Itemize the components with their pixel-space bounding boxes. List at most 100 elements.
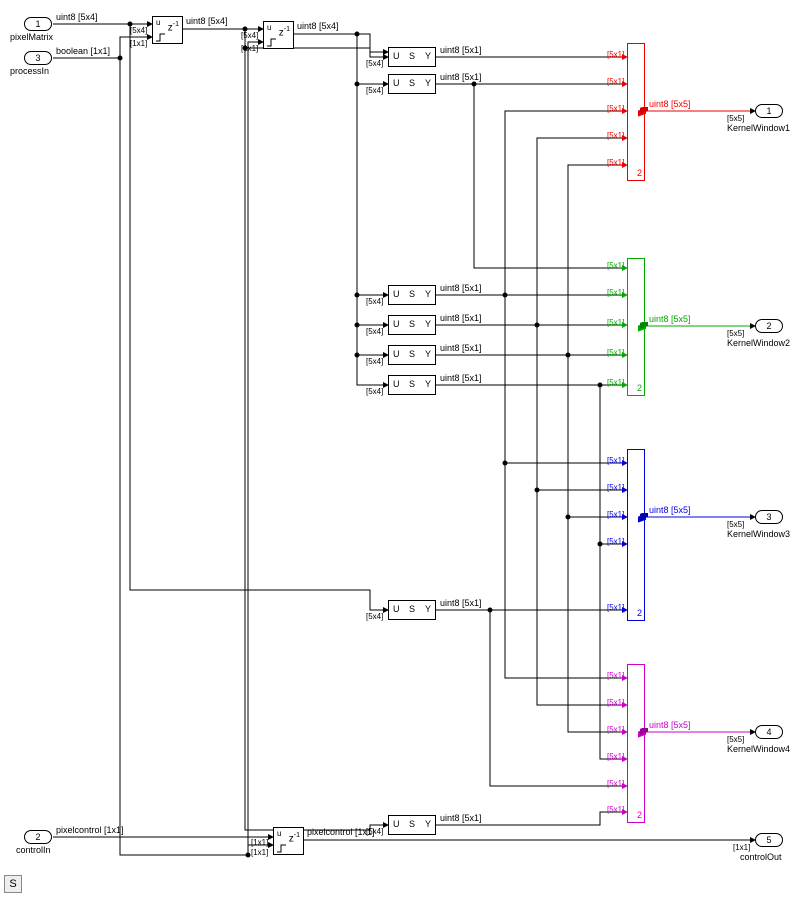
selector-5[interactable]: U S Y [388, 345, 436, 365]
cm-in5: [5x1] [607, 779, 624, 788]
controlin-type: pixelcontrol [1x1] [56, 825, 124, 835]
selector-1[interactable]: U S Y [388, 47, 436, 67]
sel-Y: Y [425, 289, 431, 299]
concat-param: 2 [637, 810, 642, 820]
sel-U: U [393, 819, 400, 829]
concat-green[interactable]: 2 [627, 258, 645, 396]
selector-7[interactable]: U S Y [388, 600, 436, 620]
inport-controlin-label: controlIn [16, 845, 51, 855]
cb-in1: [5x1] [607, 456, 624, 465]
kw1-dim: [5x5] [727, 114, 744, 123]
delay-u: u [267, 23, 271, 32]
cm-in4: [5x1] [607, 752, 624, 761]
inport-pixelmatrix[interactable]: 1 [24, 17, 52, 31]
d2-out-type: uint8 [5x4] [297, 21, 339, 31]
cg-in2: [5x1] [607, 288, 624, 297]
port-number: 1 [35, 19, 40, 29]
sel-U: U [393, 319, 400, 329]
sel-Y: Y [425, 78, 431, 88]
concat-green-out-type: uint8 [5x5] [649, 314, 691, 324]
concat-magenta-out-type: uint8 [5x5] [649, 720, 691, 730]
cr-in5: [5x1] [607, 158, 624, 167]
cm-in3: [5x1] [607, 725, 624, 734]
concat-red[interactable]: 2 [627, 43, 645, 181]
outport-kw4[interactable]: 4 [755, 725, 783, 739]
sel-Y: Y [425, 51, 431, 61]
cr-in2: [5x1] [607, 77, 624, 86]
selector-3[interactable]: U S Y [388, 285, 436, 305]
inport-processin-label: processIn [10, 66, 49, 76]
kw2-dim: [5x5] [727, 329, 744, 338]
selector-4[interactable]: U S Y [388, 315, 436, 335]
delay-block-3[interactable]: u z-1 [273, 827, 304, 855]
d3-out-type: pixelcontrol [1x1] [307, 827, 375, 837]
cg-in4: [5x1] [607, 348, 624, 357]
concat-red-out-type: uint8 [5x5] [649, 99, 691, 109]
inport-processin[interactable]: 3 [24, 51, 52, 65]
cr-in3: [5x1] [607, 104, 624, 113]
delay-z: z-1 [168, 21, 179, 33]
s3-out: uint8 [5x1] [440, 283, 482, 293]
status-text: S [9, 878, 16, 890]
signal-wires [0, 0, 802, 897]
sel-S: S [409, 78, 415, 88]
delay-u: u [156, 18, 160, 27]
sel-S: S [409, 349, 415, 359]
s4-in-dim: [5x4] [366, 327, 383, 336]
port-number: 4 [766, 727, 771, 737]
delay-u: u [277, 829, 281, 838]
kw3-dim: [5x5] [727, 520, 744, 529]
s5-in-dim: [5x4] [366, 357, 383, 366]
cg-in1: [5x1] [607, 261, 624, 270]
s2-out: uint8 [5x1] [440, 72, 482, 82]
kw2-name: KernelWindow2 [727, 338, 790, 348]
sel-U: U [393, 349, 400, 359]
d1-out-type: uint8 [5x4] [186, 16, 228, 26]
sel-Y: Y [425, 819, 431, 829]
inport-controlin[interactable]: 2 [24, 830, 52, 844]
delay-block-1[interactable]: u z-1 [152, 16, 183, 44]
outport-kw3[interactable]: 3 [755, 510, 783, 524]
kw4-name: KernelWindow4 [727, 744, 790, 754]
sel-S: S [409, 604, 415, 614]
cg-in5: [5x1] [607, 378, 624, 387]
outport-controlout[interactable]: 5 [755, 833, 783, 847]
sel-Y: Y [425, 379, 431, 389]
s8-out: uint8 [5x1] [440, 813, 482, 823]
selector-8[interactable]: U S Y [388, 815, 436, 835]
port-number: 3 [766, 512, 771, 522]
s8-in-dim: [5x4] [366, 827, 383, 836]
pixelmatrix-type: uint8 [5x4] [56, 12, 98, 22]
outport-kw2[interactable]: 2 [755, 319, 783, 333]
cg-in3: [5x1] [607, 318, 624, 327]
sel-U: U [393, 379, 400, 389]
s7-in-dim: [5x4] [366, 612, 383, 621]
d2-en-dim: [1x1] [241, 44, 258, 53]
s4-out: uint8 [5x1] [440, 313, 482, 323]
d1-en-dim: [1x1] [130, 39, 147, 48]
d1-in-dim: [5x4] [130, 26, 147, 35]
cm-in2: [5x1] [607, 698, 624, 707]
selector-6[interactable]: U S Y [388, 375, 436, 395]
cm-in6: [5x1] [607, 805, 624, 814]
s6-out: uint8 [5x1] [440, 373, 482, 383]
delay-block-2[interactable]: u z-1 [263, 21, 294, 49]
kw3-name: KernelWindow3 [727, 529, 790, 539]
inport-pixelmatrix-label: pixelMatrix [10, 32, 53, 42]
concat-magenta[interactable]: 2 [627, 664, 645, 823]
port-number: 2 [35, 832, 40, 842]
sel-U: U [393, 78, 400, 88]
sel-S: S [409, 379, 415, 389]
d2-in-dim: [5x4] [241, 31, 258, 40]
sel-U: U [393, 51, 400, 61]
outport-kw1[interactable]: 1 [755, 104, 783, 118]
concat-blue[interactable]: 2 [627, 449, 645, 621]
s6-in-dim: [5x4] [366, 387, 383, 396]
co-name: controlOut [740, 852, 782, 862]
delay-z: z-1 [289, 832, 300, 844]
selector-2[interactable]: U S Y [388, 74, 436, 94]
port-number: 2 [766, 321, 771, 331]
cb-in5: [5x1] [607, 603, 624, 612]
port-number: 1 [766, 106, 771, 116]
cr-in4: [5x1] [607, 131, 624, 140]
